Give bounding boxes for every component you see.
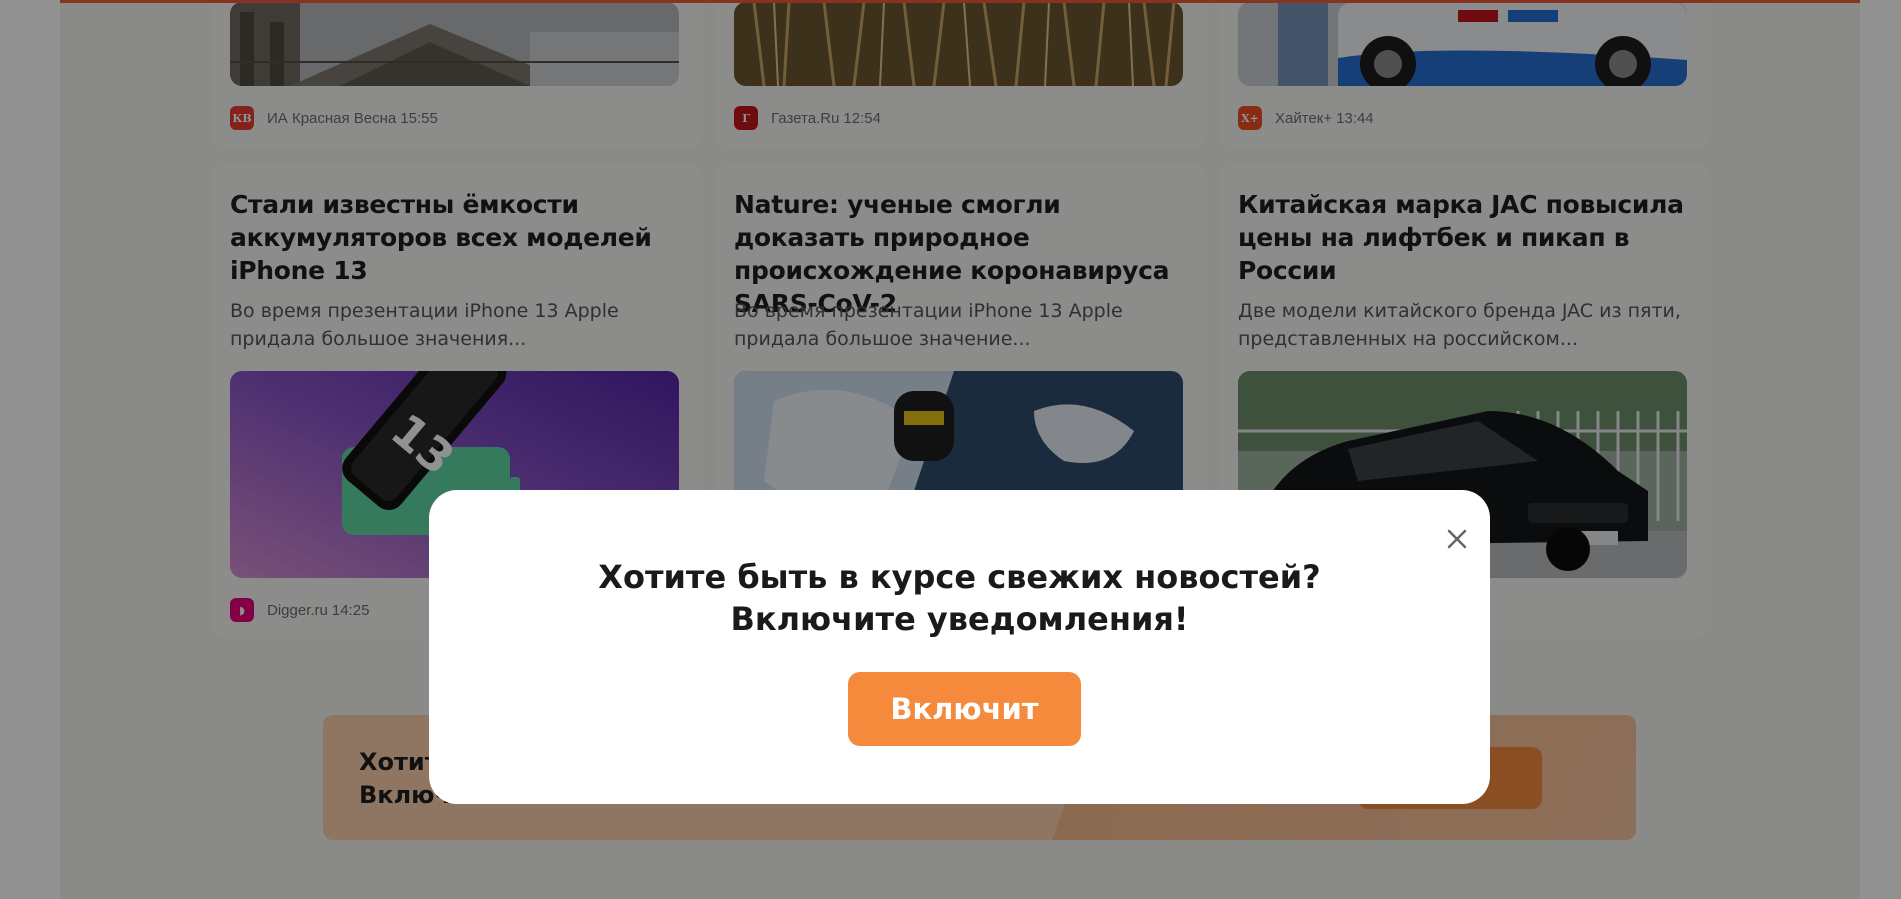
modal-title-line2: Включите уведомления!: [730, 600, 1189, 638]
modal-title-line1: Хотите быть в курсе свежих новостей?: [598, 558, 1321, 596]
notification-modal: Хотите быть в курсе свежих новостей? Вкл…: [429, 490, 1490, 804]
enable-notifications-button[interactable]: Включит: [848, 672, 1081, 746]
close-icon[interactable]: [1444, 526, 1470, 552]
modal-title: Хотите быть в курсе свежих новостей? Вкл…: [429, 556, 1490, 640]
